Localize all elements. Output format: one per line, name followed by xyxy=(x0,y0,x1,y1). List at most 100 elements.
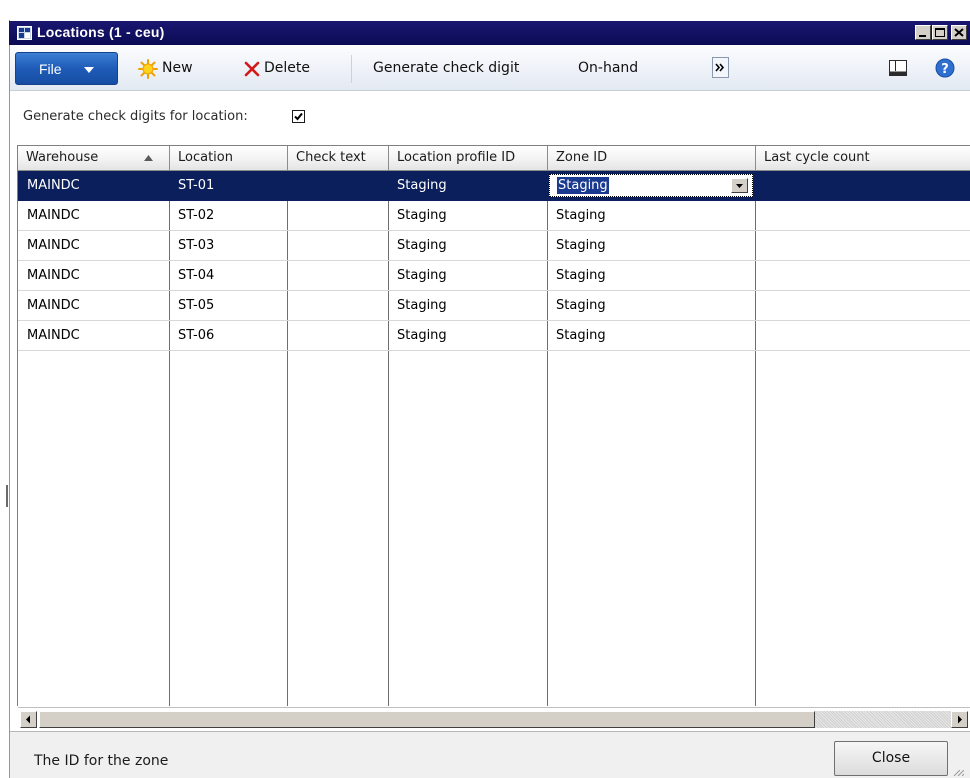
window-title: Locations (1 - ceu) xyxy=(37,24,165,40)
header-label: Location xyxy=(178,150,233,165)
table-row[interactable]: MAINDC ST-01 Staging Staging xyxy=(18,171,970,201)
column-header-location[interactable]: Location xyxy=(170,146,288,171)
maximize-icon xyxy=(935,28,945,37)
cell-location: ST-02 xyxy=(178,208,215,223)
new-star-icon xyxy=(138,59,158,79)
on-hand-button[interactable]: On-hand xyxy=(578,52,638,85)
dropdown-arrow-icon xyxy=(736,184,743,188)
header-label: Location profile ID xyxy=(397,150,516,165)
column-header-check-text[interactable]: Check text xyxy=(288,146,389,171)
cell-location: ST-05 xyxy=(178,298,215,313)
minimize-button[interactable] xyxy=(915,25,931,40)
status-bar: The ID for the zone Close xyxy=(10,731,970,778)
cell-zone-id: Staging xyxy=(556,328,606,343)
chevron-down-icon xyxy=(84,67,94,73)
table-row[interactable]: MAINDC ST-06 Staging Staging xyxy=(18,321,970,351)
cell-warehouse: MAINDC xyxy=(27,178,80,193)
cell-location: ST-06 xyxy=(178,328,215,343)
table-row[interactable]: MAINDC ST-05 Staging Staging xyxy=(18,291,970,321)
arrow-right-icon xyxy=(958,715,962,724)
horizontal-scrollbar[interactable] xyxy=(18,707,970,731)
column-header-warehouse[interactable]: Warehouse xyxy=(18,146,170,171)
panel-layout-icon[interactable] xyxy=(889,60,907,76)
cell-warehouse: MAINDC xyxy=(27,328,80,343)
header-label: Zone ID xyxy=(556,150,608,165)
delete-label: Delete xyxy=(264,60,310,76)
cell-check-text xyxy=(287,171,388,201)
cell-location: ST-01 xyxy=(178,178,215,193)
more-actions-button[interactable] xyxy=(712,57,729,78)
cell-location-profile-id: Staging xyxy=(397,298,447,313)
locations-grid: Warehouse Location Check text Location p… xyxy=(17,145,970,706)
cell-warehouse: MAINDC xyxy=(27,268,80,283)
scroll-left-button[interactable] xyxy=(20,711,37,728)
file-label: File xyxy=(39,61,62,77)
column-header-zone-id[interactable]: Zone ID xyxy=(548,146,756,171)
check-digit-checkbox[interactable] xyxy=(292,110,305,123)
cell-last-cycle-count xyxy=(755,291,970,321)
cell-location-profile-id: Staging xyxy=(397,328,447,343)
check-digit-label: Generate check digits for location: xyxy=(23,109,248,124)
resize-grip-icon[interactable] xyxy=(950,770,964,776)
table-row[interactable]: MAINDC ST-04 Staging Staging xyxy=(18,261,970,291)
cell-zone-id: Staging xyxy=(556,268,606,283)
scroll-thumb[interactable] xyxy=(39,711,815,728)
onhand-label: On-hand xyxy=(578,60,639,76)
cell-location-profile-id: Staging xyxy=(397,208,447,223)
help-icon[interactable]: ? xyxy=(935,58,955,78)
cell-last-cycle-count xyxy=(756,171,970,201)
column-header-location-profile-id[interactable]: Location profile ID xyxy=(389,146,548,171)
new-button[interactable]: New xyxy=(138,52,193,85)
cell-location-profile-id: Staging xyxy=(397,178,447,193)
cell-location-profile-id: Staging xyxy=(397,268,447,283)
cell-warehouse: MAINDC xyxy=(27,298,80,313)
scroll-right-button[interactable] xyxy=(951,711,968,728)
minimize-icon xyxy=(919,35,926,37)
cell-zone-id: Staging xyxy=(556,298,606,313)
cell-zone-id: Staging xyxy=(556,208,606,223)
cell-last-cycle-count xyxy=(755,321,970,351)
close-button[interactable]: Close xyxy=(834,741,948,776)
cell-warehouse: MAINDC xyxy=(27,208,80,223)
column-header-last-cycle-count[interactable]: Last cycle count xyxy=(756,146,970,171)
header-label: Last cycle count xyxy=(764,150,870,165)
delete-x-icon xyxy=(244,61,260,77)
svg-text:?: ? xyxy=(941,62,949,77)
action-pane: File New Delete Generate check digit On-… xyxy=(10,46,970,91)
cell-last-cycle-count xyxy=(755,231,970,261)
close-icon xyxy=(954,28,964,37)
locations-window: Locations (1 - ceu) File New Delete Gene… xyxy=(0,0,970,778)
zone-id-value: Staging xyxy=(557,177,609,194)
zone-id-combobox[interactable]: Staging xyxy=(549,174,753,197)
generate-label: Generate check digit xyxy=(373,60,520,76)
cell-last-cycle-count xyxy=(755,261,970,291)
header-label: Check text xyxy=(296,150,366,165)
file-menu-button[interactable]: File xyxy=(15,52,118,85)
cell-location-profile-id: Staging xyxy=(397,238,447,253)
new-label: New xyxy=(162,60,193,76)
cell-location: ST-03 xyxy=(178,238,215,253)
generate-check-digit-button[interactable]: Generate check digit xyxy=(373,52,519,85)
edge-notch xyxy=(6,485,8,507)
header-label: Warehouse xyxy=(26,150,99,165)
toolbar-separator xyxy=(351,55,352,83)
cell-location: ST-04 xyxy=(178,268,215,283)
cell-check-text xyxy=(287,321,388,351)
table-row[interactable]: MAINDC ST-02 Staging Staging xyxy=(18,201,970,231)
table-row[interactable]: MAINDC ST-03 Staging Staging xyxy=(18,231,970,261)
cell-check-text xyxy=(287,231,388,261)
row-divider xyxy=(18,350,970,351)
zone-dropdown-button[interactable] xyxy=(731,178,748,193)
field-help-text: The ID for the zone xyxy=(34,753,169,769)
scroll-track[interactable] xyxy=(815,711,951,728)
double-chevron-icon xyxy=(715,63,725,72)
title-bar[interactable]: Locations (1 - ceu) xyxy=(9,21,970,45)
close-window-button[interactable] xyxy=(951,25,967,40)
cell-last-cycle-count xyxy=(755,201,970,231)
window-icon xyxy=(17,26,32,40)
arrow-left-icon xyxy=(26,715,30,724)
cell-warehouse: MAINDC xyxy=(27,238,80,253)
maximize-button[interactable] xyxy=(932,25,948,40)
cell-check-text xyxy=(287,291,388,321)
delete-button[interactable]: Delete xyxy=(242,52,310,85)
